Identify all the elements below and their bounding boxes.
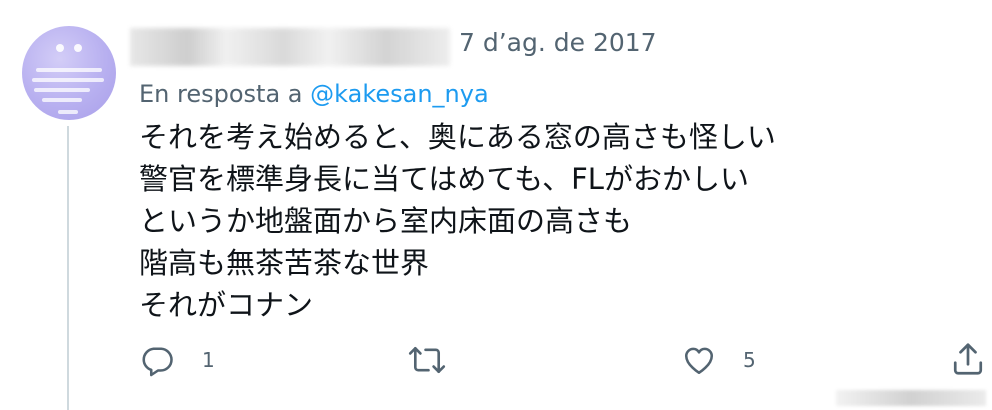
watermark-blur	[836, 390, 986, 406]
reply-context: En resposta a @kakesan_nya	[139, 80, 489, 108]
reply-icon	[140, 342, 176, 378]
tweet-date[interactable]: 7 d’ag. de 2017	[459, 28, 657, 57]
avatar-pattern	[36, 68, 102, 72]
avatar-pattern	[42, 98, 82, 102]
reply-prefix: En resposta a	[139, 80, 303, 108]
reply-count: 1	[202, 348, 215, 372]
heart-icon	[681, 342, 717, 378]
like-count: 5	[743, 348, 756, 372]
avatar-eye	[74, 44, 82, 52]
tweet-actions: 1 5	[0, 340, 992, 380]
like-button[interactable]: 5	[681, 342, 756, 378]
tweet-line: それを考え始めると、奥にある窓の高さも怪しい	[139, 120, 776, 154]
avatar-eye	[56, 44, 64, 52]
share-icon	[950, 340, 986, 378]
retweet-button[interactable]	[408, 342, 446, 378]
reply-handle-link[interactable]: @kakesan_nya	[310, 80, 489, 108]
tweet-line: 警官を標準身長に当てはめても、FLがおかしい	[139, 162, 749, 196]
avatar[interactable]	[22, 26, 116, 120]
tweet-line: それがコナン	[139, 288, 314, 322]
avatar-pattern	[32, 78, 104, 82]
avatar-pattern	[58, 110, 78, 114]
retweet-icon	[408, 342, 446, 378]
tweet-line: 階高も無茶苦茶な世界	[139, 246, 430, 280]
share-button[interactable]	[950, 340, 986, 378]
author-name-redacted	[130, 28, 450, 66]
avatar-pattern	[34, 88, 90, 92]
reply-button[interactable]: 1	[140, 342, 215, 378]
tweet-line: というか地盤面から室内床面の高さも	[139, 204, 633, 238]
tweet-text: それを考え始めると、奥にある窓の高さも怪しい 警官を標準身長に当てはめても、FL…	[139, 116, 776, 326]
